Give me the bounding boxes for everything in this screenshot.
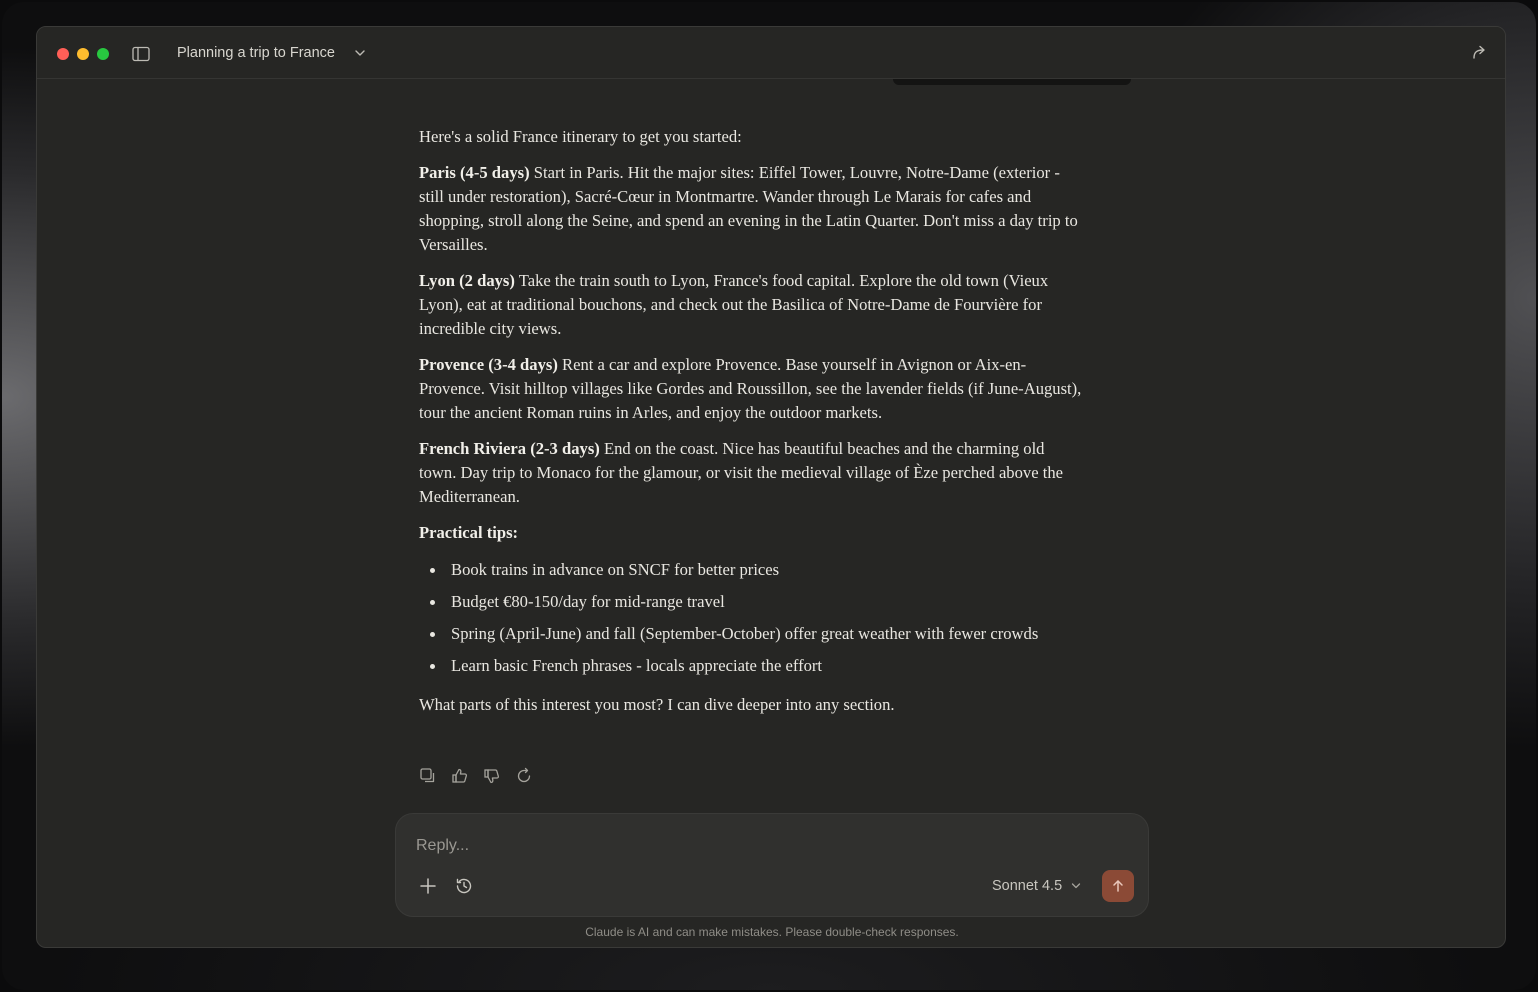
list-item: Spring (April-June) and fall (September-… — [419, 621, 1083, 647]
disclaimer: Claude is AI and can make mistakes. Plea… — [585, 925, 959, 939]
history-icon[interactable] — [454, 876, 474, 896]
assistant-message: Here's a solid France itinerary to get y… — [419, 125, 1083, 729]
copy-icon[interactable] — [419, 767, 437, 785]
section-heading: French Riviera (2-3 days) — [419, 439, 600, 458]
section-provence: Provence (3-4 days) Rent a car and explo… — [419, 353, 1083, 425]
section-heading: Paris (4-5 days) — [419, 163, 530, 182]
section-riviera: French Riviera (2-3 days) End on the coa… — [419, 437, 1083, 509]
section-heading: Provence (3-4 days) — [419, 355, 558, 374]
plus-icon[interactable] — [418, 876, 438, 896]
sidebar-toggle-icon[interactable] — [132, 46, 150, 62]
thumbs-down-icon[interactable] — [483, 767, 501, 785]
list-item: Budget €80-150/day for mid-range travel — [419, 589, 1083, 615]
chevron-down-icon — [1072, 883, 1081, 889]
retry-icon[interactable] — [515, 767, 533, 785]
chevron-down-icon[interactable] — [353, 46, 367, 60]
model-selector[interactable]: Sonnet 4.5 — [992, 876, 1082, 896]
list-item: Book trains in advance on SNCF for bette… — [419, 557, 1083, 583]
send-button[interactable] — [1102, 870, 1134, 902]
list-item: Learn basic French phrases - locals appr… — [419, 653, 1083, 679]
tips-heading-text: Practical tips: — [419, 523, 519, 542]
share-icon[interactable] — [1471, 43, 1489, 61]
minimize-window-button[interactable] — [77, 48, 89, 60]
tips-heading: Practical tips: — [419, 521, 1083, 545]
reply-composer: Sonnet 4.5 — [395, 813, 1149, 917]
close-window-button[interactable] — [57, 48, 69, 60]
section-lyon: Lyon (2 days) Take the train south to Ly… — [419, 269, 1083, 341]
message-actions — [419, 767, 533, 787]
app-window: Planning a trip to France Here's a solid… — [36, 26, 1506, 948]
maximize-window-button[interactable] — [97, 48, 109, 60]
message-intro: Here's a solid France itinerary to get y… — [419, 127, 742, 146]
conversation-title[interactable]: Planning a trip to France — [177, 44, 335, 62]
message-closing: What parts of this interest you most? I … — [419, 695, 895, 714]
scroll-indicator — [893, 79, 1131, 85]
thumbs-up-icon[interactable] — [451, 767, 469, 785]
reply-input[interactable] — [416, 834, 1116, 858]
section-heading: Lyon (2 days) — [419, 271, 515, 290]
section-paris: Paris (4-5 days) Start in Paris. Hit the… — [419, 161, 1083, 257]
title-bar: Planning a trip to France — [37, 27, 1505, 79]
arrow-up-icon — [1113, 880, 1123, 892]
model-name: Sonnet 4.5 — [992, 878, 1063, 894]
tips-list: Book trains in advance on SNCF for bette… — [419, 557, 1083, 679]
